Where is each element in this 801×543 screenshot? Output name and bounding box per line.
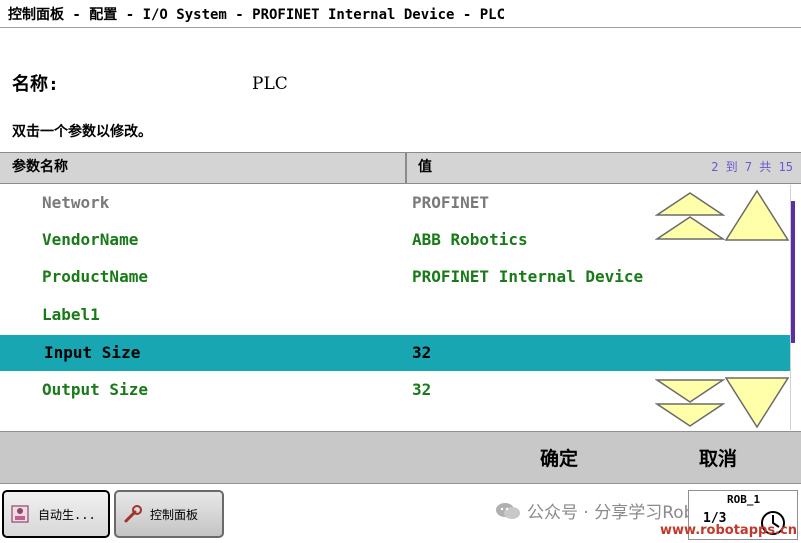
scrollbar-thumb[interactable]	[791, 201, 795, 343]
name-label: 名称:	[12, 74, 59, 95]
wechat-icon	[496, 502, 520, 519]
param-value: 32	[412, 343, 432, 362]
list-item-label1[interactable]: Label1	[0, 297, 790, 333]
auto-production-icon	[10, 503, 32, 525]
param-value: PROFINET	[412, 193, 490, 212]
column-header-value: 值	[418, 159, 432, 175]
watermark-site: www.robotapps.cn	[660, 523, 797, 538]
page-down-icon[interactable]	[655, 378, 725, 430]
param-name: Label1	[42, 305, 100, 324]
taskbar-item-auto-production[interactable]: 自动生...	[2, 490, 110, 538]
taskbar-item-control-panel[interactable]: 控制面板	[114, 490, 224, 538]
list-item-input-size[interactable]: Input Size 32	[0, 335, 790, 371]
action-bar: 确定 取消	[0, 431, 801, 484]
taskbar-item-label: 控制面板	[150, 507, 199, 522]
cancel-button[interactable]: 取消	[699, 444, 737, 471]
param-name: ProductName	[42, 267, 148, 286]
column-header-name: 参数名称	[0, 153, 407, 183]
list-item-productname[interactable]: ProductName PROFINET Internal Device	[0, 259, 790, 295]
param-name: Output Size	[42, 380, 148, 399]
param-value: 32	[412, 380, 432, 399]
param-value: ABB Robotics	[412, 230, 528, 249]
watermark-text: 公众号 · 分享学习Robot	[527, 503, 712, 523]
watermark: 公众号 · 分享学习Robot	[495, 498, 712, 523]
instruction-text: 双击一个参数以修改。	[12, 124, 152, 140]
ok-button[interactable]: 确定	[540, 444, 578, 471]
param-name: Network	[42, 193, 110, 212]
wrench-icon	[122, 503, 144, 525]
param-value: PROFINET Internal Device	[412, 267, 644, 286]
param-name: Input Size	[44, 343, 141, 362]
page-up-icon[interactable]	[655, 191, 725, 243]
scroll-down-icon[interactable]	[724, 376, 790, 430]
robot-name: ROB_1	[727, 493, 761, 506]
table-header: 参数名称 值 2 到 7 共 15	[0, 152, 801, 184]
window-title: 控制面板 - 配置 - I/O System - PROFINET Intern…	[0, 0, 801, 28]
param-name: VendorName	[42, 230, 139, 249]
scroll-up-icon[interactable]	[724, 189, 790, 243]
page-indicator: 2 到 7 共 15	[711, 160, 793, 174]
taskbar-item-label: 自动生...	[38, 507, 96, 522]
name-value: PLC	[252, 74, 288, 94]
